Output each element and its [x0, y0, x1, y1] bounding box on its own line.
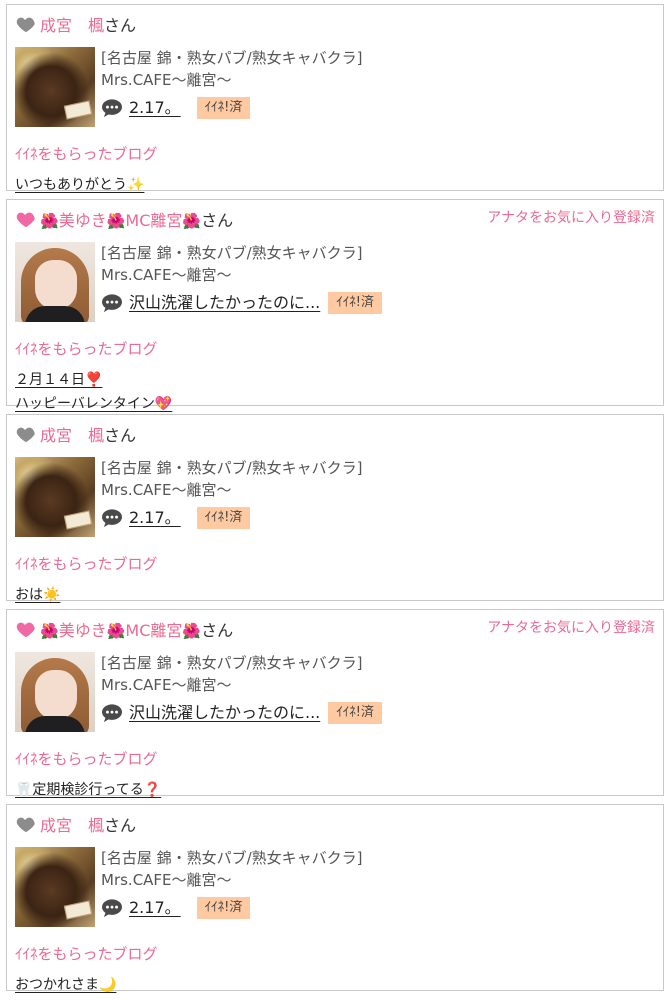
notification-card: 成宮 楓さん [名古屋 錦・熟女パブ/熟女キャバクラ] Mrs.CAFE〜離宮〜… — [6, 4, 664, 194]
profile-photo[interactable] — [15, 652, 95, 732]
notification-feed: 成宮 楓さん [名古屋 錦・熟女パブ/熟女キャバクラ] Mrs.CAFE〜離宮〜… — [0, 0, 670, 994]
shop-name[interactable]: Mrs.CAFE〜離宮〜 — [101, 264, 655, 286]
liked-blog-link[interactable]: 🦷定期検診行ってる❓ — [15, 779, 655, 799]
user-name-text[interactable]: 美ゆき — [59, 621, 107, 640]
honorific: さん — [104, 426, 137, 445]
user-name[interactable]: 成宮 楓さん — [40, 12, 136, 36]
shop-name[interactable]: Mrs.CAFE〜離宮〜 — [101, 479, 655, 501]
card-header: 成宮 楓さん — [15, 421, 655, 447]
heart-icon[interactable] — [15, 208, 37, 230]
iine-done-badge: ｲｲﾈ!済 — [196, 97, 251, 119]
honorific: さん — [104, 816, 137, 835]
honorific: さん — [104, 16, 137, 35]
notification-card: 🌺美ゆき🌺MC離宮🌺さん アナタをお気に入り登録済 [名古屋 錦・熟女パブ/熟女… — [6, 609, 664, 799]
heart-icon[interactable] — [15, 813, 37, 835]
user-name-text[interactable]: 成宮 楓 — [40, 426, 104, 445]
liked-blogs-label: ｲｲﾈをもらったブログ — [15, 145, 158, 163]
hibiscus-emoji: 🌺 — [106, 212, 126, 230]
blog-title-link[interactable]: 2.17。 — [129, 507, 189, 529]
liked-blogs-label: ｲｲﾈをもらったブログ — [15, 945, 158, 963]
heart-icon[interactable] — [15, 423, 37, 445]
user-name-text[interactable]: 美ゆき — [59, 211, 107, 230]
speech-bubble-icon — [101, 293, 123, 313]
liked-blog-link[interactable]: ２月１４日❣️ — [15, 369, 655, 389]
hibiscus-emoji: 🌺 — [182, 622, 202, 640]
iine-done-badge: ｲｲﾈ!済 — [196, 897, 251, 919]
liked-blog-link[interactable]: おつかれさま🌙 — [15, 974, 655, 994]
iine-done-badge: ｲｲﾈ!済 — [196, 507, 251, 529]
profile-photo[interactable] — [15, 47, 95, 127]
heart-icon-shape — [16, 212, 35, 228]
heart-icon-shape — [16, 427, 35, 443]
blog-title-link[interactable]: 沢山洗濯したかったのに... — [129, 702, 320, 724]
notification-card: 🌺美ゆき🌺MC離宮🌺さん アナタをお気に入り登録済 [名古屋 錦・熟女パブ/熟女… — [6, 199, 664, 412]
liked-blog-link[interactable]: おは☀️ — [15, 584, 655, 604]
shop-category: [名古屋 錦・熟女パブ/熟女キャバクラ] — [101, 654, 363, 672]
liked-blogs-label: ｲｲﾈをもらったブログ — [15, 340, 158, 358]
shop-name[interactable]: Mrs.CAFE〜離宮〜 — [101, 869, 655, 891]
speech-bubble-icon — [101, 98, 123, 118]
shop-category: [名古屋 錦・熟女パブ/熟女キャバクラ] — [101, 849, 363, 867]
shop-category: [名古屋 錦・熟女パブ/熟女キャバクラ] — [101, 244, 363, 262]
notification-card: 成宮 楓さん [名古屋 錦・熟女パブ/熟女キャバクラ] Mrs.CAFE〜離宮〜… — [6, 414, 664, 604]
shop-name[interactable]: Mrs.CAFE〜離宮〜 — [101, 674, 655, 696]
user-name[interactable]: 成宮 楓さん — [40, 422, 136, 446]
iine-done-badge: ｲｲﾈ!済 — [328, 702, 382, 724]
hibiscus-emoji: 🌺 — [40, 622, 59, 640]
liked-blog-link[interactable]: いつもありがとう✨ — [15, 174, 655, 194]
profile-photo[interactable] — [15, 457, 95, 537]
blog-title-link[interactable]: 沢山洗濯したかったのに... — [129, 292, 320, 314]
user-name[interactable]: 🌺美ゆき🌺MC離宮🌺さん — [40, 617, 233, 641]
heart-icon-shape — [16, 817, 35, 833]
liked-blogs-label: ｲｲﾈをもらったブログ — [15, 750, 158, 768]
blog-title-link[interactable]: 2.17。 — [129, 97, 189, 119]
hibiscus-emoji: 🌺 — [106, 622, 126, 640]
liked-blog-link[interactable]: ハッピーバレンタイン💖 — [15, 393, 655, 413]
user-name-text[interactable]: 成宮 楓 — [40, 16, 104, 35]
honorific: さん — [201, 211, 234, 230]
favorite-status: アナタをお気に入り登録済 — [487, 210, 655, 226]
speech-bubble-icon — [101, 703, 123, 723]
hibiscus-emoji: 🌺 — [40, 212, 59, 230]
iine-done-badge: ｲｲﾈ!済 — [328, 292, 382, 314]
card-header: 成宮 楓さん — [15, 811, 655, 837]
notification-card: 成宮 楓さん [名古屋 錦・熟女パブ/熟女キャバクラ] Mrs.CAFE〜離宮〜… — [6, 804, 664, 994]
heart-icon[interactable] — [15, 13, 37, 35]
user-name[interactable]: 成宮 楓さん — [40, 812, 136, 836]
honorific: さん — [201, 621, 234, 640]
shop-name[interactable]: Mrs.CAFE〜離宮〜 — [101, 69, 655, 91]
profile-photo[interactable] — [15, 847, 95, 927]
card-header: 成宮 楓さん — [15, 11, 655, 37]
heart-icon-shape — [16, 622, 35, 638]
shop-category: [名古屋 錦・熟女パブ/熟女キャバクラ] — [101, 459, 363, 477]
user-name-text[interactable]: MC離宮 — [125, 621, 182, 640]
blog-title-link[interactable]: 2.17。 — [129, 897, 189, 919]
hibiscus-emoji: 🌺 — [182, 212, 202, 230]
user-name[interactable]: 🌺美ゆき🌺MC離宮🌺さん — [40, 207, 233, 231]
shop-category: [名古屋 錦・熟女パブ/熟女キャバクラ] — [101, 49, 363, 67]
profile-photo[interactable] — [15, 242, 95, 322]
speech-bubble-icon — [101, 898, 123, 918]
heart-icon-shape — [16, 17, 35, 33]
heart-icon[interactable] — [15, 618, 37, 640]
user-name-text[interactable]: MC離宮 — [125, 211, 182, 230]
user-name-text[interactable]: 成宮 楓 — [40, 816, 104, 835]
liked-blogs-label: ｲｲﾈをもらったブログ — [15, 555, 158, 573]
favorite-status: アナタをお気に入り登録済 — [487, 620, 655, 636]
speech-bubble-icon — [101, 508, 123, 528]
